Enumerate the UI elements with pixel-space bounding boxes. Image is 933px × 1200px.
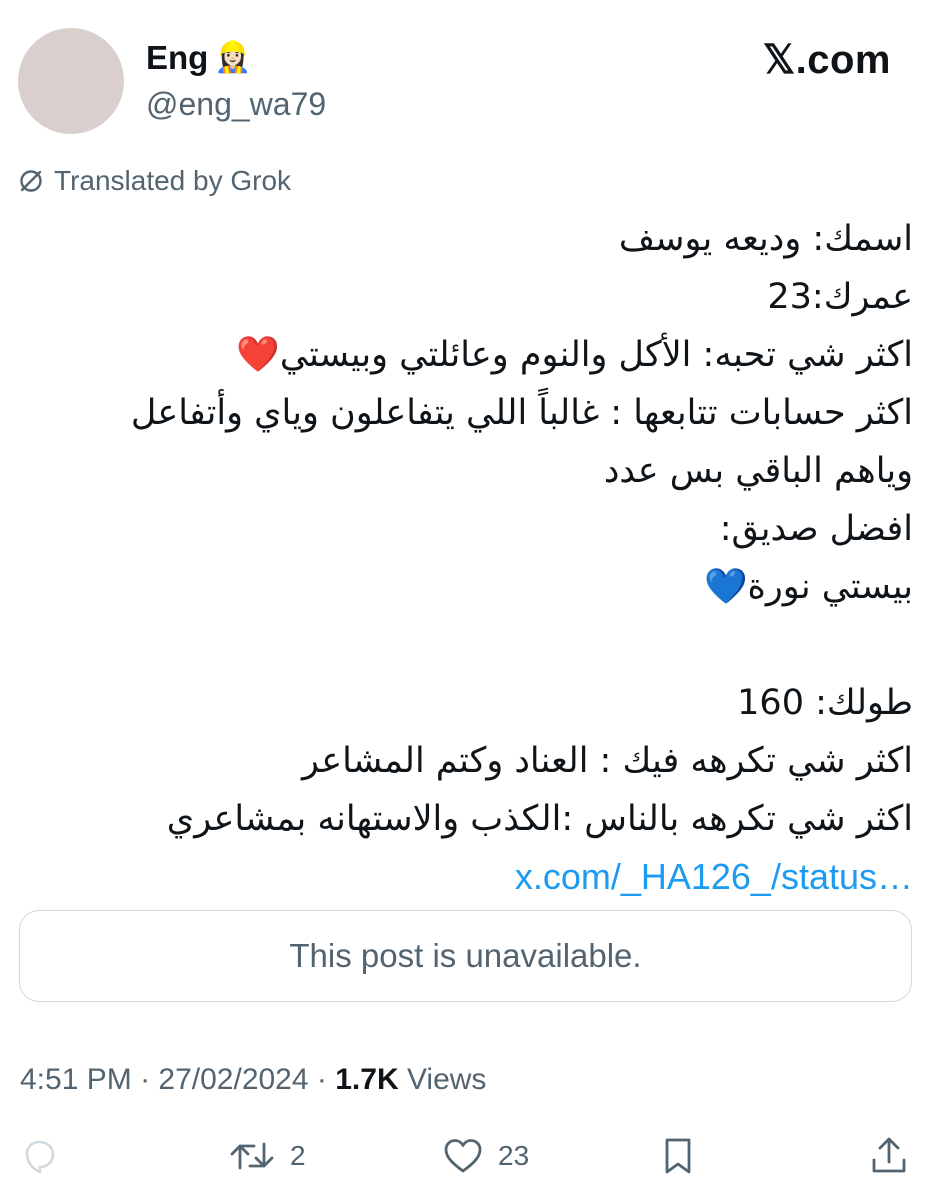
tweet-text: اسمك: وديعه يوسف عمرك:23 اكثر شي تحبه: ا…	[33, 210, 913, 906]
tweet-line: اكثر شي تحبه: الأكل والنوم وعائلتي وبيست…	[236, 335, 913, 375]
share-icon	[868, 1135, 910, 1177]
avatar[interactable]	[18, 28, 124, 134]
translate-icon	[18, 168, 44, 194]
meta-separator: ·	[308, 1063, 336, 1096]
tweet-line: اكثر حسابات تتابعها : غالباً اللي يتفاعل…	[130, 393, 913, 433]
worker-emoji-icon: 👷🏻‍♀️	[214, 41, 252, 74]
x-logo: 𝕏.com	[762, 38, 891, 82]
like-button[interactable]: 23	[442, 1128, 529, 1184]
views-label: Views	[398, 1063, 487, 1096]
tweet-line: بيستي نورة💙	[703, 567, 913, 607]
author-handle[interactable]: @eng_wa79	[146, 84, 326, 124]
translation-notice[interactable]: Translated by Grok	[18, 162, 291, 200]
reply-button[interactable]	[20, 1128, 60, 1184]
tweet-line: عمرك:23	[767, 277, 913, 317]
action-bar: 2 23	[0, 1128, 933, 1184]
like-count: 23	[498, 1140, 530, 1171]
repost-button[interactable]: 2	[228, 1128, 306, 1184]
repost-count: 2	[290, 1140, 306, 1171]
tweet-line: اسمك: وديعه يوسف	[618, 219, 913, 259]
translation-label: Translated by Grok	[54, 165, 292, 196]
tweet-line: اكثر شي تكرهه فيك : العناد وكتم المشاعر	[301, 741, 913, 781]
bookmark-button[interactable]	[658, 1128, 698, 1184]
bookmark-icon	[658, 1136, 698, 1176]
heart-icon	[442, 1136, 484, 1176]
author-display-name[interactable]: Eng 👷🏻‍♀️	[146, 38, 252, 78]
author-name-text: Eng	[146, 39, 209, 76]
tweet-line: وياهم الباقي بس عدد	[603, 451, 913, 491]
meta-separator: ·	[131, 1063, 159, 1096]
reply-icon	[20, 1136, 60, 1176]
tweet-line: طولك: 160	[737, 683, 913, 723]
tweet-line: افضل صديق:	[719, 509, 913, 549]
repost-icon	[228, 1136, 276, 1176]
views-count: 1.7K	[335, 1063, 399, 1096]
post-meta: 4:51 PM · 27/02/2024 · 1.7K Views	[20, 1058, 486, 1102]
status-link[interactable]: x.com/_HA126_/status…	[515, 856, 913, 897]
post-time[interactable]: 4:51 PM	[20, 1063, 132, 1097]
quoted-post-card[interactable]: This post is unavailable.	[19, 910, 912, 1002]
unavailable-message: This post is unavailable.	[289, 937, 642, 974]
share-button[interactable]	[868, 1128, 910, 1184]
tweet-line: اكثر شي تكرهه بالناس :الكذب والاستهانه ب…	[166, 799, 913, 839]
post-date[interactable]: 27/02/2024	[158, 1063, 308, 1097]
